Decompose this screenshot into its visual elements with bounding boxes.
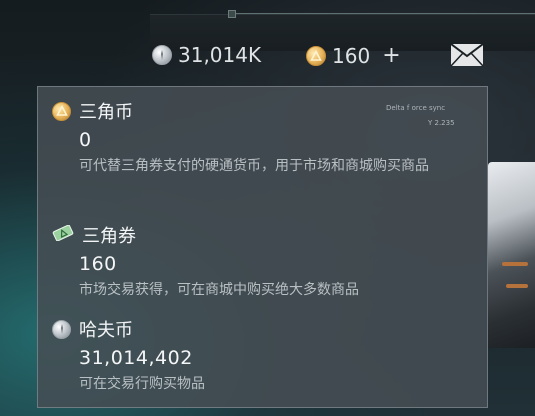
entry-header: 三角币 [52,99,482,123]
background-line [232,13,535,14]
entry-description: 市场交易获得，可在商城中购买绝大多数商品 [79,282,359,298]
hafu-coin-icon [152,45,172,65]
weapon-image [488,162,535,348]
mail-icon[interactable] [450,43,484,67]
add-currency-button[interactable]: + [382,43,400,68]
entry-value: 160 [79,253,117,275]
entry-description: 可代替三角券支付的硬通货币，用于市场和商城购买商品 [79,158,429,174]
sanjiao-amount: 160 [332,43,371,68]
currency-entry-sanjiaobi: 三角币 0 可代替三角券支付的硬通货币，用于市场和商城购买商品 [52,99,482,177]
currency-entry-sanjiaoquan: 三角券 160 市场交易获得，可在商城中购买绝大多数商品 [52,223,482,301]
entry-title: 哈夫币 [79,320,133,341]
triangle-coin-icon [306,45,326,66]
hafu-amount: 31,014K [178,43,262,67]
entry-description: 可在交易行购买物品 [79,376,205,392]
currency-entry-hafubi: 哈夫币 31,014,402 可在交易行购买物品 [52,317,482,395]
currency-tooltip: Delta f orce sync Y 2.235 三角币 0 可代替三角券支付… [37,86,488,408]
entry-header: 三角券 [52,223,482,247]
entry-header: 哈夫币 [52,317,482,341]
sanjiao-currency[interactable]: 160 + [306,43,401,68]
hafu-coin-icon [52,319,71,339]
entry-value: 0 [79,129,92,151]
triangle-ticket-icon [52,224,74,245]
ammo-mark [502,262,528,266]
background-marker [228,10,236,18]
entry-value: 31,014,402 [79,347,193,369]
triangle-coin-icon [52,101,71,121]
entry-title: 三角券 [82,226,136,247]
hafu-currency[interactable]: 31,014K [152,43,261,67]
ammo-mark [506,284,528,288]
currency-bar: 31,014K 160 + [0,38,535,72]
entry-title: 三角币 [79,102,133,123]
